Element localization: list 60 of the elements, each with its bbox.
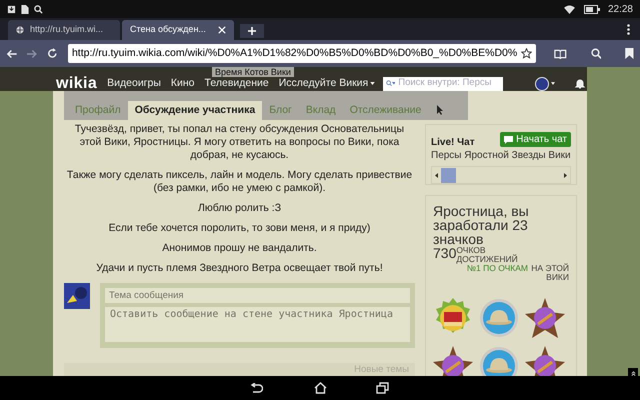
close-icon[interactable]	[218, 26, 226, 34]
intro-paragraph: Тучезвёзд, привет, ты попал на стену обсуждения Основательницы этой Вики, Яростницы. Я могу ответить на вопросы по Вики, пока добрая, не кусаюсь.	[74, 123, 406, 162]
caret-icon	[370, 82, 376, 85]
back-icon[interactable]	[6, 48, 17, 58]
chat-heading: Live! Чат	[431, 136, 475, 150]
intro-paragraph: Люблю ролить :З	[196, 202, 282, 215]
browser-tab[interactable]: Стена обсужден...	[122, 20, 234, 40]
message-field[interactable]: Оставить сообщение на стене участника Яростница	[105, 307, 410, 342]
points-label: ОЧКОВ ДОСТИЖЕНИЙ	[456, 246, 516, 264]
profile-tab[interactable]: Обсуждение участника	[128, 101, 262, 120]
file-icon	[21, 4, 29, 14]
right-arrow-icon[interactable]	[564, 172, 567, 178]
rank-scope: НА ЭТОЙ ВИКИ	[531, 264, 569, 282]
search-icon[interactable]	[590, 48, 602, 59]
chat-wiki-name: Персы Яростной Звезды Вики	[431, 150, 571, 162]
achievement-points: 730	[433, 246, 456, 260]
wiki-title: Время Котов Вики	[212, 67, 294, 77]
battery-icon	[584, 4, 600, 14]
nav-link[interactable]: Видеоигры	[107, 76, 161, 92]
title-field[interactable]: Тема сообщения	[105, 288, 410, 303]
menu-icon[interactable]	[627, 24, 630, 35]
avatar-image	[64, 283, 90, 309]
browser-tab[interactable]: http://ru.tyuim.wi...	[8, 20, 120, 40]
badge-icon[interactable]	[525, 298, 565, 338]
intro-paragraph: Удачи и пусть племя Звездного Ветра освещает твой путь!	[95, 262, 384, 275]
avatar[interactable]	[535, 76, 550, 90]
address-field[interactable]: http://ru.tyuim.wikia.com/wiki/%D0%A1%D1%82%D0%B5%D0%BD%D0%B0_%D0%BE%D0%	[68, 44, 536, 63]
search-icon	[34, 4, 43, 14]
caret-icon	[551, 82, 556, 85]
search-icon	[386, 80, 396, 87]
chevron-up-icon	[630, 370, 636, 376]
download-icon	[7, 4, 16, 14]
nav-link[interactable]: Телевидение	[204, 76, 269, 92]
wifi-icon	[564, 4, 575, 14]
new-tab-button[interactable]	[240, 24, 264, 38]
book-icon[interactable]	[554, 48, 567, 58]
recent-apps-icon[interactable]	[376, 382, 389, 394]
plus-icon	[248, 27, 256, 35]
bookmark-icon[interactable]	[625, 48, 634, 59]
speech-bubble-icon	[504, 136, 514, 144]
intro-paragraph: Если тебе хочется поролить, то зови меня, и я приду)	[108, 222, 372, 235]
reload-icon[interactable]	[47, 48, 58, 59]
start-chat-button[interactable]: Начать чат	[500, 132, 571, 147]
wikia-logo[interactable]: wikia	[56, 72, 98, 96]
points-rank: №1 ПО ОЧКАМ	[466, 264, 528, 275]
star-icon[interactable]	[521, 48, 532, 59]
globe-icon	[16, 26, 24, 34]
home-icon[interactable]	[314, 382, 327, 394]
intro-paragraph: Также могу сделать пиксель, лайн и модель. Могу сделать привествие (без рамки, ибо не умею с рамкой).	[66, 169, 414, 195]
explore-menu[interactable]: Исследуйте Викия	[278, 76, 376, 92]
pointer-icon	[437, 105, 444, 115]
scroll-top-button[interactable]	[628, 368, 638, 378]
left-arrow-icon[interactable]	[435, 172, 438, 178]
bell-icon[interactable]	[575, 78, 586, 88]
achievements-heading: Яростница, вы заработали 23 значков	[433, 204, 530, 246]
intro-paragraph: Анонимов прошу не вандалить.	[161, 242, 318, 255]
back-icon[interactable]	[250, 382, 263, 394]
nav-link[interactable]: Кино	[170, 76, 195, 92]
forward-icon[interactable]	[26, 48, 38, 58]
clock-time: 22:28	[608, 2, 633, 16]
